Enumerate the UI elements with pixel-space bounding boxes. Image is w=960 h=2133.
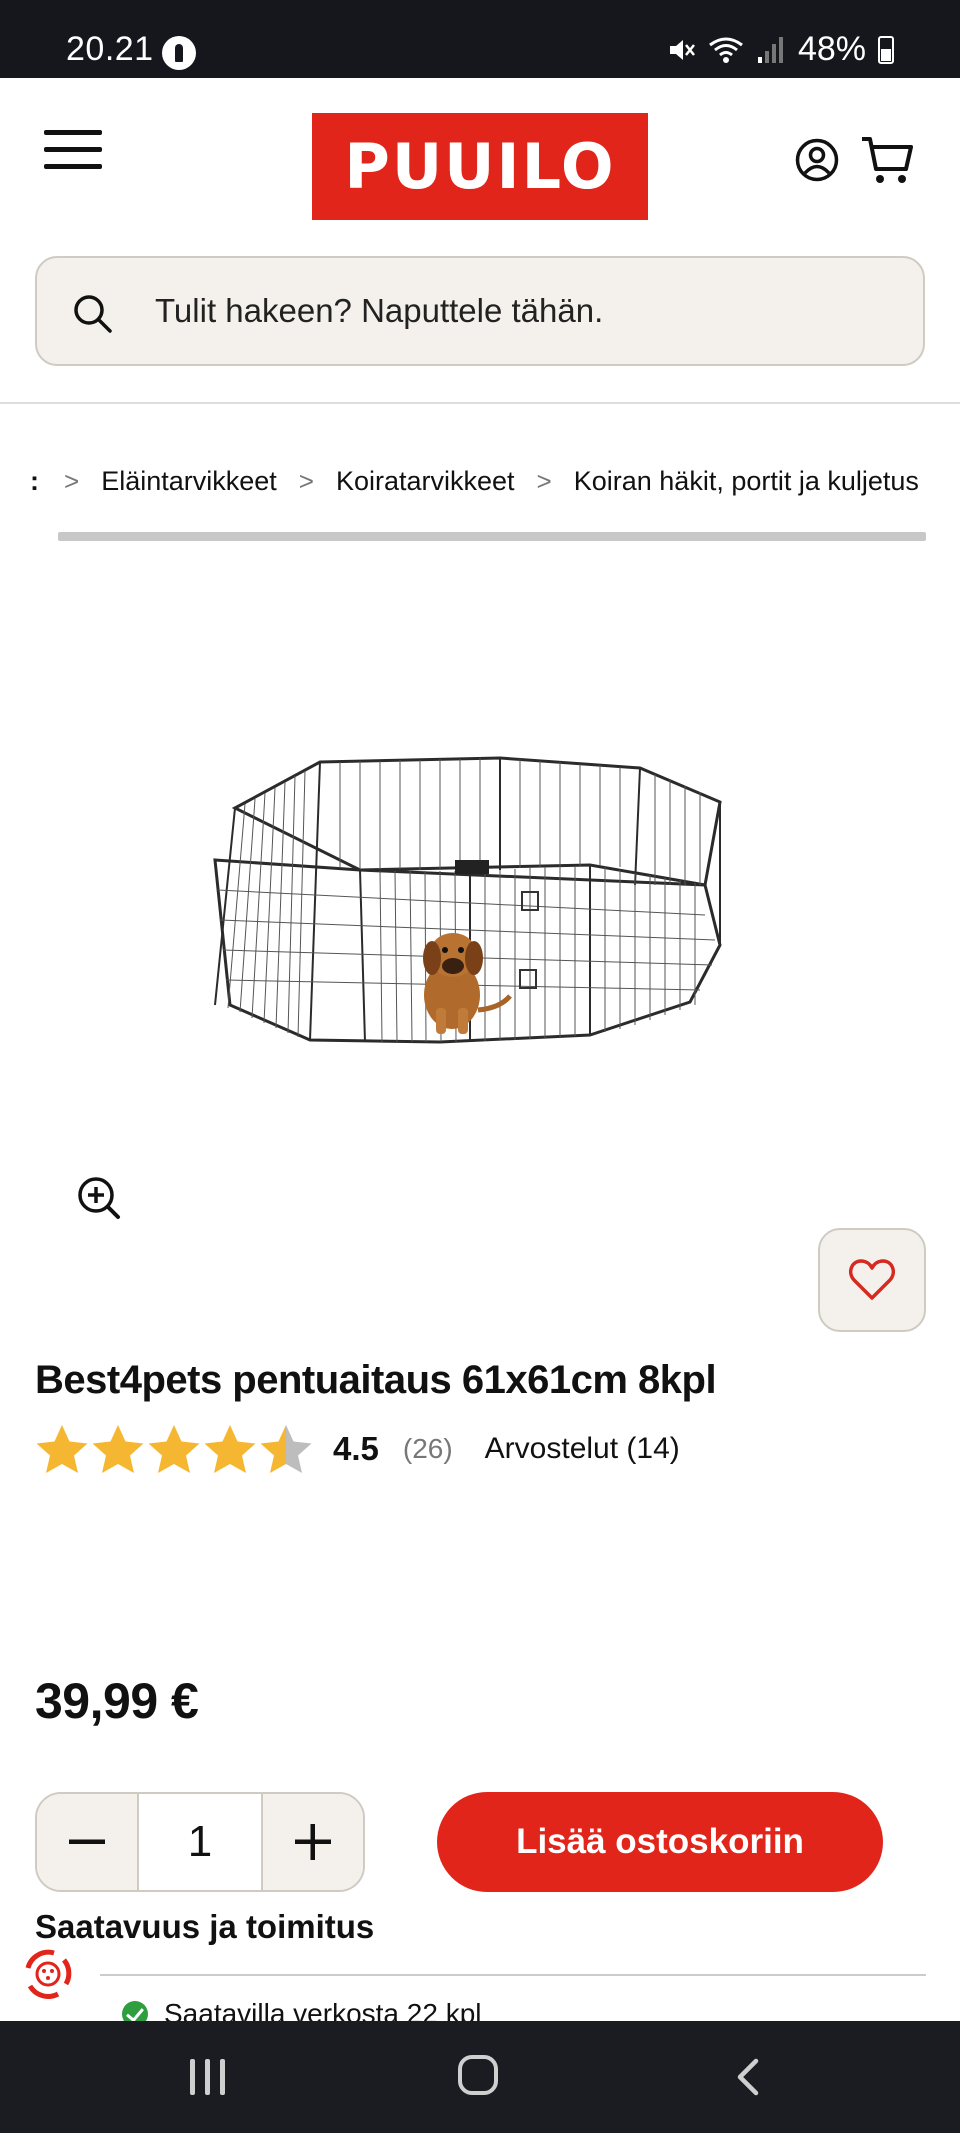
keyhole-icon xyxy=(162,36,196,70)
quantity-stepper: 1 xyxy=(35,1792,365,1892)
minus-icon xyxy=(69,1839,105,1844)
search-icon xyxy=(74,295,112,333)
breadcrumb[interactable]: : > Eläintarvikkeet > Koiratarvikkeet > … xyxy=(0,462,960,508)
star-rating xyxy=(35,1423,313,1475)
reviews-link[interactable]: Arvostelut (14) xyxy=(485,1432,680,1466)
breadcrumb-item-koiran-hakit[interactable]: Koiran häkit, portit ja kuljetus xyxy=(574,466,919,497)
favorite-button[interactable] xyxy=(818,1228,926,1332)
star-icon xyxy=(148,1425,200,1473)
account-icon[interactable] xyxy=(795,138,839,182)
site-header: PUUILO xyxy=(0,78,960,253)
header-divider xyxy=(0,402,960,404)
chevron-right-icon: > xyxy=(64,466,80,496)
product-image[interactable] xyxy=(200,740,760,1100)
battery-percent: 48% xyxy=(797,30,866,68)
mute-icon xyxy=(669,39,695,60)
star-icon xyxy=(204,1425,256,1473)
breadcrumb-scrollbar[interactable] xyxy=(58,532,926,541)
rating-value: 4.5 xyxy=(333,1430,379,1467)
puuilo-logo[interactable]: PUUILO xyxy=(312,113,648,220)
battery-icon xyxy=(878,35,894,64)
search-placeholder: Tulit hakeen? Naputtele tähän. xyxy=(155,292,604,329)
add-to-cart-button[interactable]: Lisää ostoskoriin xyxy=(437,1792,883,1892)
feedback-widget-icon[interactable] xyxy=(14,1940,82,2008)
system-nav-bar xyxy=(0,2021,960,2133)
logo-text: PUUILO xyxy=(344,130,616,203)
breadcrumb-item-koiratarvikkeet[interactable]: Koiratarvikkeet xyxy=(336,466,515,497)
half-star-icon xyxy=(260,1425,312,1473)
product-title: Best4pets pentuaitaus 61x61cm 8kpl xyxy=(35,1358,717,1402)
home-icon[interactable] xyxy=(458,2055,498,2095)
status-bar: 20.21 48% xyxy=(0,0,960,78)
availability-title[interactable]: Saatavuus ja toimitus xyxy=(35,1908,374,1946)
plus-icon xyxy=(295,1824,331,1860)
status-time: 20.21 xyxy=(66,30,154,68)
zoom-in-icon[interactable] xyxy=(76,1175,122,1221)
search-input[interactable]: Tulit hakeen? Naputtele tähän. xyxy=(35,256,925,366)
star-icon xyxy=(92,1425,144,1473)
quantity-input[interactable]: 1 xyxy=(137,1794,263,1890)
wifi-icon xyxy=(709,37,743,63)
decrease-quantity-button[interactable] xyxy=(37,1794,137,1890)
chevron-right-icon: > xyxy=(536,466,552,496)
availability-divider xyxy=(100,1974,926,1976)
increase-quantity-button[interactable] xyxy=(263,1794,363,1890)
chevron-right-icon: > xyxy=(298,466,314,496)
breadcrumb-cut-off-item[interactable]: : xyxy=(30,466,42,497)
status-icons: 48% xyxy=(666,30,894,69)
cart-icon[interactable] xyxy=(860,135,914,185)
product-price: 39,99 € xyxy=(35,1673,199,1729)
heart-icon xyxy=(849,1259,895,1300)
hamburger-menu-icon[interactable] xyxy=(44,130,102,170)
rating-count: (26) xyxy=(402,1433,453,1464)
signal-icon xyxy=(757,36,783,63)
recent-apps-icon[interactable] xyxy=(190,2059,230,2095)
breadcrumb-item-elaintarvikkeet[interactable]: Eläintarvikkeet xyxy=(101,466,277,497)
star-icon xyxy=(36,1425,88,1473)
back-icon[interactable] xyxy=(730,2057,770,2097)
puppy xyxy=(423,933,512,1034)
rating-row: 4.5 (26) Arvostelut (14) xyxy=(35,1424,680,1474)
